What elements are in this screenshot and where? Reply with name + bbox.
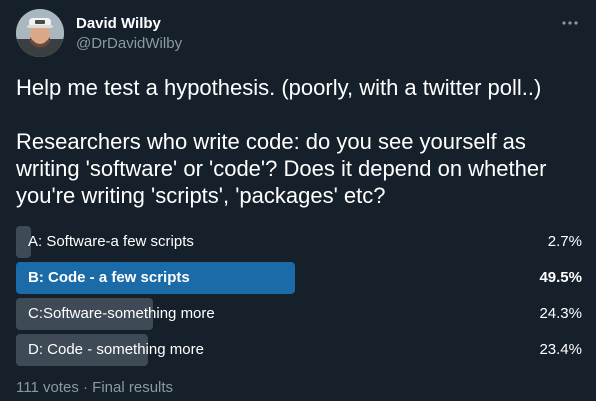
avatar[interactable] xyxy=(16,9,64,57)
poll-separator: · xyxy=(83,379,88,396)
poll-option-percent: 2.7% xyxy=(547,233,582,250)
tweet: David Wilby @DrDavidWilby Help me test a… xyxy=(0,0,596,401)
display-name[interactable]: David Wilby xyxy=(76,14,182,34)
poll-option-label: C:Software-something more xyxy=(28,305,215,322)
poll-option-label: B: Code - a few scripts xyxy=(28,269,190,286)
poll-votes[interactable]: 111 votes xyxy=(16,379,79,396)
poll-option-label: A: Software-a few scripts xyxy=(28,233,194,250)
poll-footer: 111 votes · Final results xyxy=(16,379,173,396)
poll-option-label: D: Code - something more xyxy=(28,341,204,358)
handle[interactable]: @DrDavidWilby xyxy=(76,34,182,54)
poll-option: B: Code - a few scripts 49.5% xyxy=(16,262,582,294)
poll-option-percent: 23.4% xyxy=(539,341,582,358)
poll-status: Final results xyxy=(92,379,174,396)
poll-option-percent: 24.3% xyxy=(539,305,582,322)
more-dots-icon xyxy=(562,21,578,25)
author-names: David Wilby @DrDavidWilby xyxy=(76,14,182,54)
poll-option-percent: 49.5% xyxy=(539,269,582,286)
poll-option: D: Code - something more 23.4% xyxy=(16,334,582,366)
more-options-button[interactable] xyxy=(560,13,580,33)
avatar-photo-icon xyxy=(16,9,64,57)
tweet-text: Help me test a hypothesis. (poorly, with… xyxy=(16,75,547,208)
poll-option: A: Software-a few scripts 2.7% xyxy=(16,226,582,258)
poll: A: Software-a few scripts 2.7% B: Code - a… xyxy=(16,226,582,370)
poll-option: C:Software-something more 24.3% xyxy=(16,298,582,330)
tweet-header: David Wilby @DrDavidWilby xyxy=(16,9,580,57)
